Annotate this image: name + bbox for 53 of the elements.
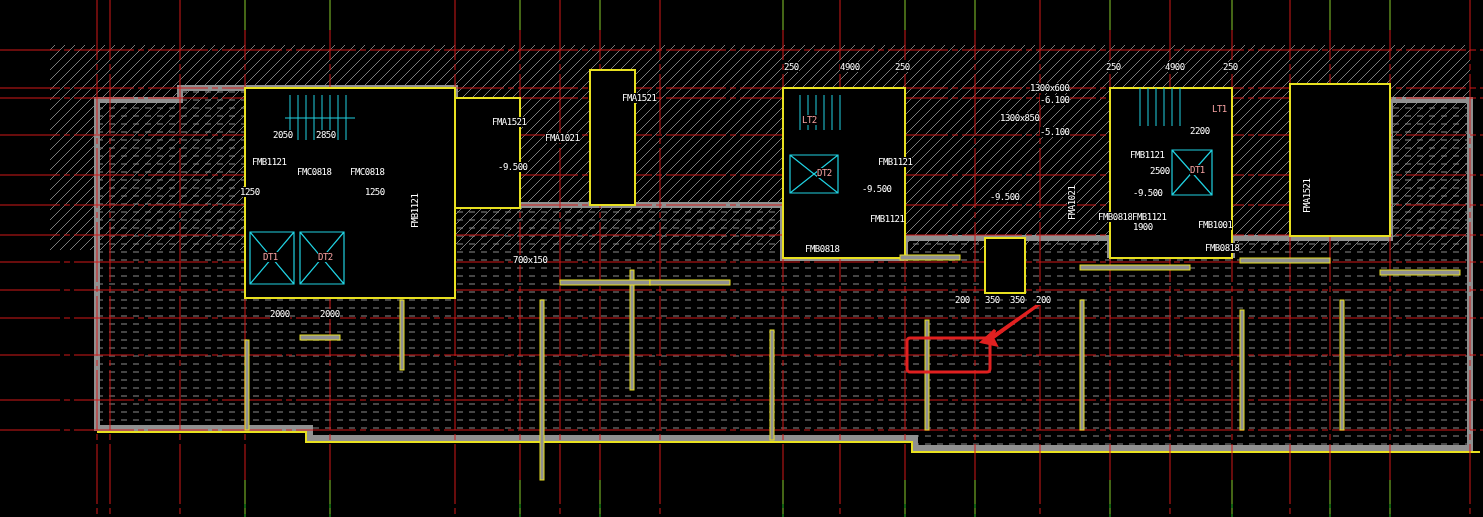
elevation-label: -9.500 xyxy=(1133,188,1163,198)
dimension-label: 1300x850 xyxy=(1000,113,1040,123)
door-tag: FMC0818 xyxy=(350,167,385,177)
door-tag: FMB1121 xyxy=(1130,150,1165,160)
dimension-label: 250 xyxy=(784,62,799,72)
elevator-car-drawing xyxy=(249,231,295,285)
dimension-label: 1250 xyxy=(365,187,385,197)
dimension-label: 250 xyxy=(1223,62,1238,72)
door-tag: FMC0818 xyxy=(297,167,332,177)
dimension-label: 1900 xyxy=(1133,222,1153,232)
door-tag: FMA1521 xyxy=(492,117,527,127)
dimension-label: 2000 xyxy=(320,309,340,319)
equipment-label: LT2 xyxy=(802,115,817,125)
equipment-label: DT1 xyxy=(1190,165,1205,175)
dimension-label: 1300x600 xyxy=(1030,83,1070,93)
door-tag: FMB0818 xyxy=(1205,243,1240,253)
door-tag: FMB1121 xyxy=(410,193,420,228)
door-tag: FMA1521 xyxy=(622,93,657,103)
elevator-car-drawing xyxy=(299,231,345,285)
elevation-label: -6.100 xyxy=(1040,95,1070,105)
door-tag: FMB0818 xyxy=(805,244,840,254)
elevation-label: -5.100 xyxy=(1040,127,1070,137)
dimension-label: 2050 xyxy=(273,130,293,140)
dimension-label: 350 xyxy=(1010,295,1025,305)
door-tag: FMB1121 xyxy=(878,157,913,167)
elevator-car-drawing xyxy=(1171,149,1213,196)
dimension-label: 250 xyxy=(1106,62,1121,72)
dimension-label: 200 xyxy=(955,295,970,305)
elevation-label: -9.500 xyxy=(862,184,892,194)
dimension-label: 200 xyxy=(1036,295,1051,305)
dimension-label: 4900 xyxy=(1165,62,1185,72)
equipment-label: DT2 xyxy=(318,252,333,262)
door-tag: FMB1121 xyxy=(1132,212,1167,222)
equipment-label: LT1 xyxy=(1212,104,1227,114)
door-tag: FMB1121 xyxy=(252,157,287,167)
equipment-label: DT1 xyxy=(263,252,278,262)
equipment-label: DT2 xyxy=(817,168,832,178)
dimension-label: 700x150 xyxy=(513,255,548,265)
dimension-label: 350 xyxy=(985,295,1000,305)
door-tag: FMA1021 xyxy=(545,133,580,143)
door-tag: FMA1521 xyxy=(1302,178,1312,213)
door-tag: FMA1021 xyxy=(1067,185,1077,220)
dimension-label: 2200 xyxy=(1190,126,1210,136)
elevation-label: -9.500 xyxy=(990,192,1020,202)
dimension-label: 2500 xyxy=(1150,166,1170,176)
door-tag: FMB0818 xyxy=(1098,212,1133,222)
elevator-car-drawing xyxy=(789,154,839,194)
dimension-label: 250 xyxy=(895,62,910,72)
dimension-label: 4900 xyxy=(840,62,860,72)
elevation-label: -9.500 xyxy=(498,162,528,172)
dimension-label: 2000 xyxy=(270,309,290,319)
dimension-label: 1250 xyxy=(240,187,260,197)
dimension-label: 2850 xyxy=(316,130,336,140)
